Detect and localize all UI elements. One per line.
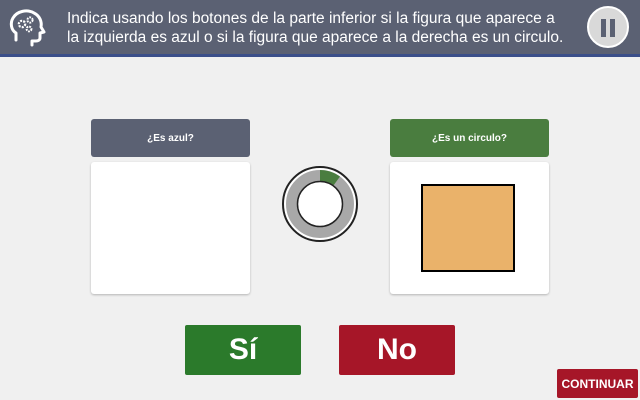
yes-button[interactable]: Sí (185, 325, 301, 375)
left-card-title: ¿Es azul? (147, 132, 194, 144)
pause-button[interactable] (587, 6, 629, 48)
continue-button[interactable]: CONTINUAR (557, 369, 638, 398)
head-gears-icon (7, 7, 49, 49)
right-figure-panel (390, 162, 549, 294)
no-button[interactable]: No (339, 325, 455, 375)
pause-icon (601, 19, 606, 37)
top-bar: Indica usando los botones de la parte in… (0, 0, 640, 57)
countdown-timer (281, 165, 359, 243)
pause-icon-bar (610, 19, 615, 37)
timer-inner-circle (296, 180, 344, 228)
right-card-title: ¿Es un circulo? (431, 132, 507, 144)
right-card-header: ¿Es un circulo? (390, 119, 549, 157)
left-figure-panel (91, 162, 250, 294)
left-card-header: ¿Es azul? (91, 119, 250, 157)
instruction-text: Indica usando los botones de la parte in… (67, 10, 564, 46)
orange-square-figure (421, 184, 515, 272)
